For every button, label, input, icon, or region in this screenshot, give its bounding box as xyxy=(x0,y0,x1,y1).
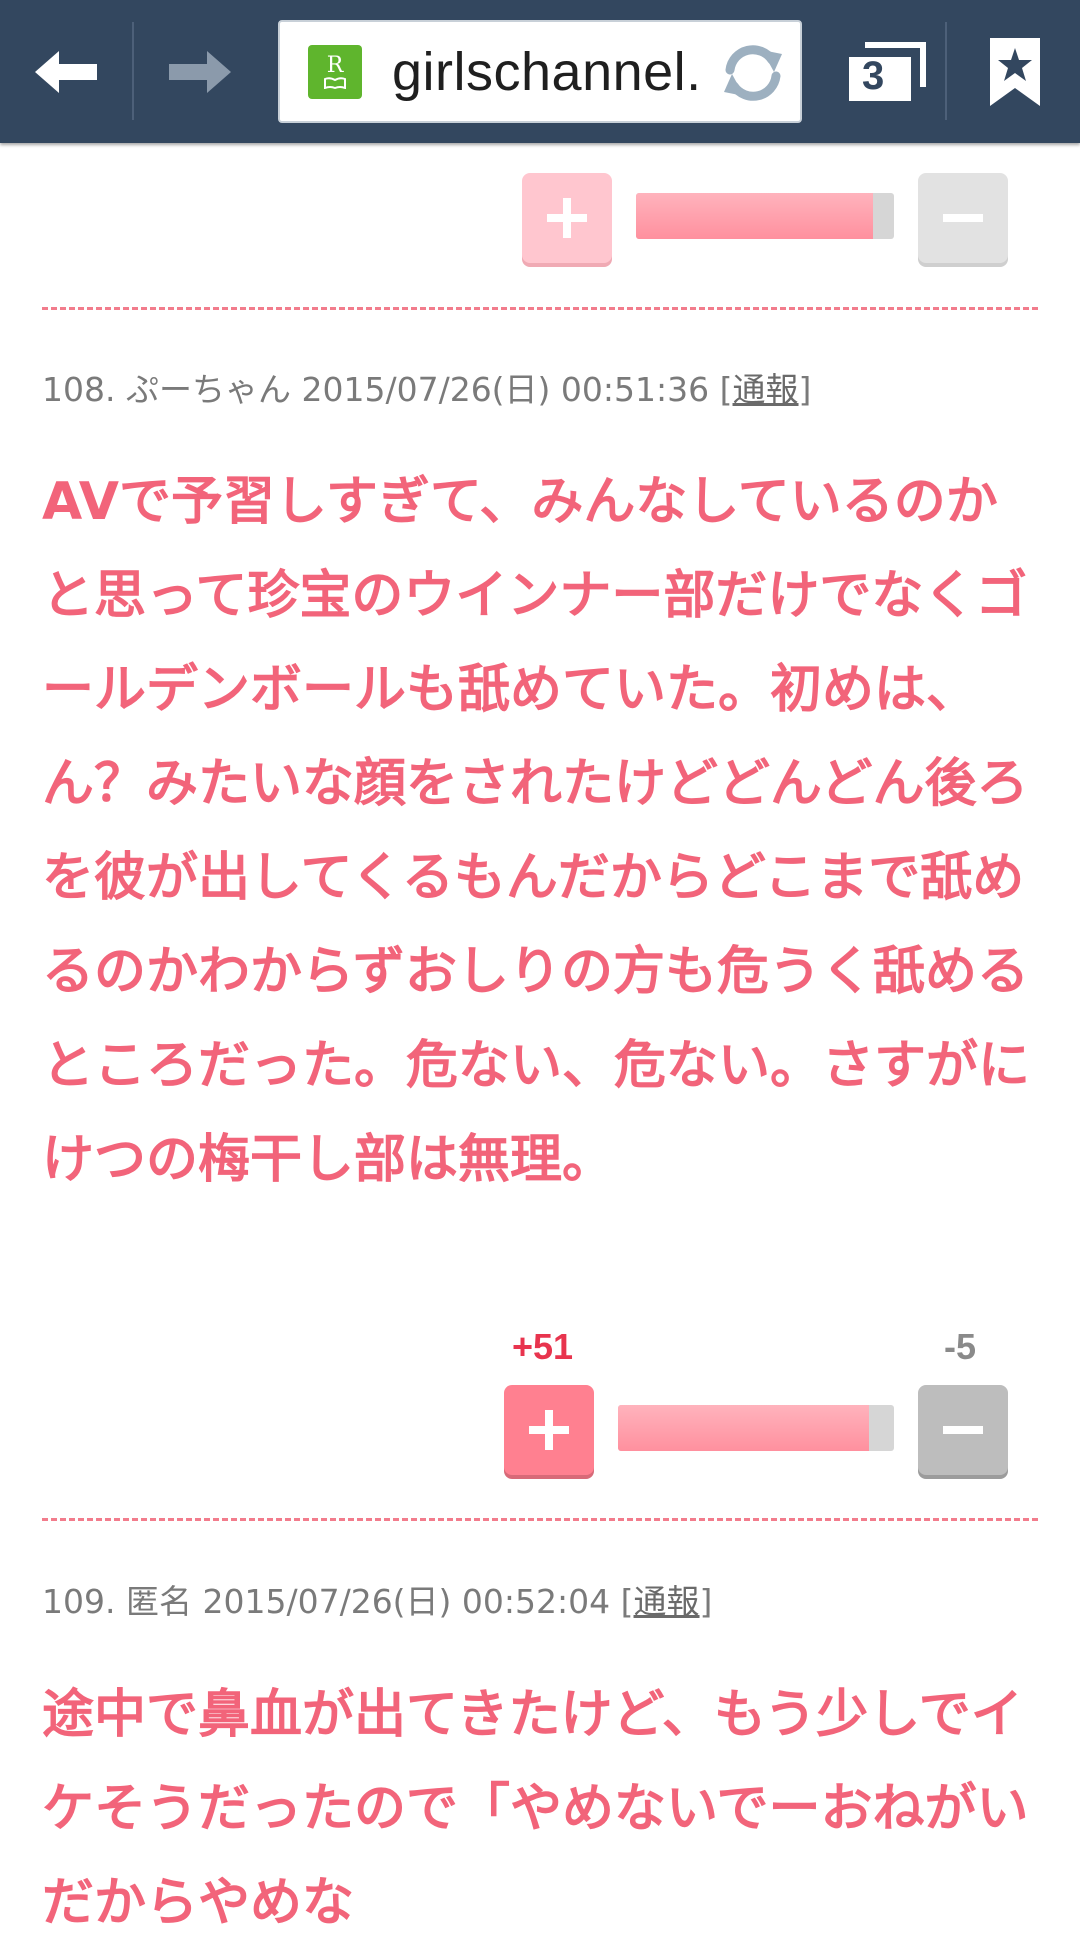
bookmark-star-icon xyxy=(990,37,1040,106)
arrow-right-icon xyxy=(169,50,231,93)
plus-icon xyxy=(529,1410,569,1450)
comment-109-meta: 109. 匿名 2015/07/26(日) 00:52:04 [通報] xyxy=(42,1575,712,1623)
comment-divider xyxy=(42,1518,1038,1521)
vote-ratio-bar xyxy=(636,193,894,239)
site-favicon: R xyxy=(308,44,362,99)
comment-divider xyxy=(42,307,1038,310)
bookmark-button[interactable] xyxy=(950,0,1080,143)
forward-button[interactable] xyxy=(134,0,266,143)
url-text: girlschannel. xyxy=(392,41,702,102)
report-bracket: [ xyxy=(620,1582,634,1621)
reload-button[interactable] xyxy=(716,36,790,114)
tabs-icon xyxy=(849,41,926,101)
vote-ratio-fill xyxy=(636,193,874,239)
back-button[interactable] xyxy=(0,0,132,143)
favicon-letter: R xyxy=(326,52,344,78)
minus-icon xyxy=(943,214,983,222)
toolbar-separator xyxy=(945,22,947,120)
plus-vote-button[interactable] xyxy=(522,173,612,263)
comment-datetime: 2015/07/26(日) 00:52:04 xyxy=(202,1582,611,1621)
arrow-left-icon xyxy=(35,50,97,93)
report-bracket: [ xyxy=(719,370,733,409)
comment-number: 108. xyxy=(42,370,116,409)
comment-datetime: 2015/07/26(日) 00:51:36 xyxy=(301,370,710,409)
comment-108-meta: 108. ぷーちゃん 2015/07/26(日) 00:51:36 [通報] xyxy=(42,363,811,411)
comment-author: ぷーちゃん xyxy=(125,370,291,409)
comment-author: 匿名 xyxy=(125,1582,192,1621)
minus-vote-button[interactable] xyxy=(918,1385,1008,1475)
report-bracket: ] xyxy=(699,1582,713,1621)
reload-icon xyxy=(716,36,790,110)
plus-vote-button[interactable] xyxy=(504,1385,594,1475)
minus-vote-button[interactable] xyxy=(918,173,1008,263)
vote-ratio-bar xyxy=(618,1405,894,1451)
plus-icon xyxy=(547,198,587,238)
minus-vote-count: -5 xyxy=(944,1326,977,1367)
address-bar[interactable]: R girlschannel. xyxy=(278,20,802,123)
minus-icon xyxy=(943,1426,983,1434)
report-link[interactable]: 通報 xyxy=(733,370,799,409)
plus-vote-count: +51 xyxy=(512,1326,574,1367)
tabs-button[interactable] xyxy=(832,0,942,143)
browser-toolbar: R girlschannel. 3 xyxy=(0,0,1080,143)
book-icon xyxy=(324,76,346,89)
report-bracket: ] xyxy=(798,370,812,409)
comment-number: 109. xyxy=(42,1582,116,1621)
comment-108-body: AVで予習しすぎて、みんなしているのかと思って珍宝のウインナー部だけでなくゴール… xyxy=(42,472,1031,1190)
vote-ratio-fill xyxy=(618,1405,870,1451)
comment-109-body: 途中で鼻血が出てきたけど、もう少しでイケそうだったので「やめないでーおねがいだか… xyxy=(42,1685,1029,1933)
report-link[interactable]: 通報 xyxy=(634,1582,700,1621)
tab-count: 3 xyxy=(862,54,885,98)
